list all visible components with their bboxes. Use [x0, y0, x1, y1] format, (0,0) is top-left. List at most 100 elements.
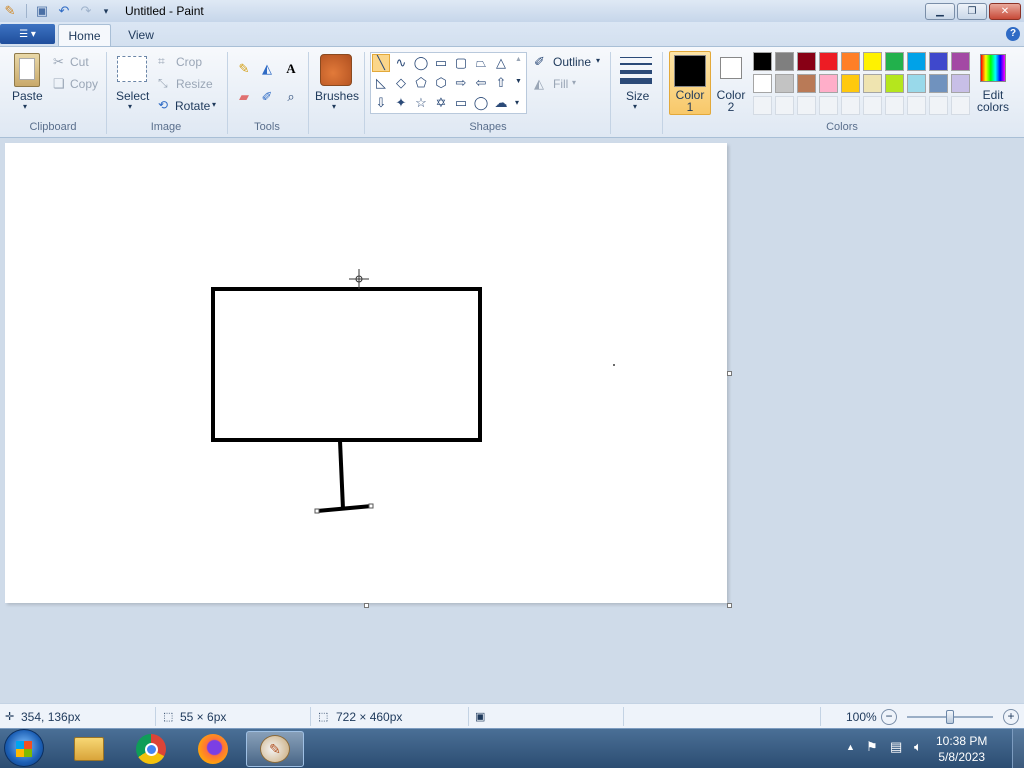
taskbar-chrome[interactable]: [124, 731, 178, 767]
tab-view[interactable]: View: [115, 24, 167, 46]
line-endpoint-handle[interactable]: [368, 503, 374, 509]
minimize-button[interactable]: ▁: [925, 3, 955, 20]
save-icon[interactable]: ▣: [34, 3, 50, 19]
edit-colors-icon[interactable]: [980, 54, 1006, 82]
polygon-shape-icon[interactable]: ⏢: [472, 54, 490, 72]
magnifier-icon[interactable]: ⌕: [281, 87, 301, 107]
show-hidden-icons-icon[interactable]: ▲: [846, 742, 855, 752]
palette-swatch-empty[interactable]: [753, 96, 772, 115]
paste-button[interactable]: Paste: [12, 89, 43, 103]
fill-dropdown-icon[interactable]: ▾: [572, 78, 576, 87]
close-button[interactable]: ✕: [989, 3, 1021, 20]
help-icon[interactable]: ?: [1006, 27, 1020, 41]
palette-swatch[interactable]: [951, 52, 970, 71]
tab-home[interactable]: Home: [58, 24, 111, 46]
zoom-slider-thumb[interactable]: [946, 710, 954, 724]
right-arrow-shape-icon[interactable]: ⇨: [452, 74, 470, 92]
fill-bucket-icon[interactable]: ◭: [257, 59, 277, 79]
size-button[interactable]: Size: [626, 89, 649, 103]
size-icon[interactable]: [620, 55, 652, 84]
left-arrow-shape-icon[interactable]: ⇦: [472, 74, 490, 92]
gallery-scroll-down-icon[interactable]: ▼: [515, 78, 522, 85]
select-dropdown-icon[interactable]: ▾: [128, 102, 132, 111]
palette-swatch[interactable]: [819, 52, 838, 71]
rotate-dropdown-icon[interactable]: ▾: [212, 100, 216, 109]
triangle-shape-icon[interactable]: △: [492, 54, 510, 72]
palette-swatch-empty[interactable]: [907, 96, 926, 115]
crop-button[interactable]: Crop: [176, 55, 202, 69]
paint-app-icon[interactable]: ✎: [2, 3, 18, 19]
gallery-more-icon[interactable]: ▾: [515, 98, 519, 107]
paint-menu-button[interactable]: ☰ ▾: [0, 24, 55, 44]
palette-swatch[interactable]: [841, 52, 860, 71]
palette-swatch[interactable]: [797, 52, 816, 71]
taskbar-firefox[interactable]: [186, 731, 240, 767]
palette-swatch[interactable]: [951, 74, 970, 93]
palette-swatch[interactable]: [929, 52, 948, 71]
redo-icon[interactable]: ↷: [78, 3, 94, 19]
up-arrow-shape-icon[interactable]: ⇧: [492, 74, 510, 92]
paste-icon[interactable]: [14, 53, 40, 87]
color2-swatch[interactable]: [720, 57, 742, 79]
cut-button[interactable]: Cut: [70, 55, 89, 69]
drawing-canvas[interactable]: [5, 143, 727, 603]
palette-swatch[interactable]: [907, 52, 926, 71]
zoom-in-button[interactable]: +: [1003, 709, 1019, 725]
palette-swatch[interactable]: [863, 52, 882, 71]
eraser-icon[interactable]: ▰: [234, 87, 254, 107]
taskbar-paint-active[interactable]: ✎: [246, 731, 304, 767]
rectangle-shape-icon[interactable]: ▭: [432, 54, 450, 72]
palette-swatch[interactable]: [775, 52, 794, 71]
right-triangle-shape-icon[interactable]: ◺: [372, 74, 390, 92]
edit-colors-button[interactable]: Edit colors: [973, 89, 1013, 113]
outline-button[interactable]: Outline: [553, 55, 591, 69]
canvas-resize-handle-bottom[interactable]: [364, 603, 369, 608]
brushes-button[interactable]: Brushes: [315, 89, 359, 103]
palette-swatch-empty[interactable]: [885, 96, 904, 115]
down-arrow-shape-icon[interactable]: ⇩: [372, 94, 390, 112]
curve-shape-icon[interactable]: ∿: [392, 54, 410, 72]
palette-swatch[interactable]: [841, 74, 860, 93]
palette-swatch-empty[interactable]: [929, 96, 948, 115]
brushes-dropdown-icon[interactable]: ▾: [332, 102, 336, 111]
palette-swatch-empty[interactable]: [841, 96, 860, 115]
oval-shape-icon[interactable]: ◯: [412, 54, 430, 72]
palette-swatch[interactable]: [775, 74, 794, 93]
color2-label[interactable]: Color 2: [711, 89, 751, 113]
select-button[interactable]: Select: [116, 89, 149, 103]
zoom-out-button[interactable]: −: [881, 709, 897, 725]
paste-dropdown-icon[interactable]: ▾: [23, 102, 27, 111]
palette-swatch[interactable]: [863, 74, 882, 93]
brushes-icon[interactable]: [320, 54, 352, 86]
show-desktop-button[interactable]: [1012, 729, 1024, 768]
palette-swatch-empty[interactable]: [797, 96, 816, 115]
five-point-star-shape-icon[interactable]: ☆: [412, 94, 430, 112]
line-shape-icon[interactable]: ╲: [372, 54, 390, 72]
pentagon-shape-icon[interactable]: ⬠: [412, 74, 430, 92]
palette-swatch-empty[interactable]: [775, 96, 794, 115]
system-clock[interactable]: 10:38 PM 5/8/2023: [936, 733, 987, 765]
fill-button[interactable]: Fill: [553, 77, 568, 91]
gallery-scroll-up-icon[interactable]: ▲: [515, 56, 522, 63]
size-dropdown-icon[interactable]: ▾: [633, 102, 637, 111]
hexagon-shape-icon[interactable]: ⬡: [432, 74, 450, 92]
palette-swatch[interactable]: [907, 74, 926, 93]
canvas-resize-handle-corner[interactable]: [727, 603, 732, 608]
canvas-resize-handle-right[interactable]: [727, 371, 732, 376]
palette-swatch[interactable]: [753, 74, 772, 93]
rotate-button[interactable]: Rotate: [175, 99, 210, 113]
resize-button[interactable]: Resize: [176, 77, 213, 91]
palette-swatch[interactable]: [929, 74, 948, 93]
palette-swatch[interactable]: [819, 74, 838, 93]
rounded-callout-shape-icon[interactable]: ▭: [452, 94, 470, 112]
taskbar-explorer[interactable]: [62, 731, 116, 767]
palette-swatch-empty[interactable]: [951, 96, 970, 115]
rounded-rectangle-shape-icon[interactable]: ▢: [452, 54, 470, 72]
pencil-icon[interactable]: ✎: [234, 59, 254, 79]
network-icon[interactable]: ▤: [890, 739, 902, 755]
four-point-star-shape-icon[interactable]: ✦: [392, 94, 410, 112]
diamond-shape-icon[interactable]: ◇: [392, 74, 410, 92]
action-center-flag-icon[interactable]: ⚑: [866, 739, 878, 755]
palette-swatch[interactable]: [885, 52, 904, 71]
color-picker-icon[interactable]: ✐: [257, 87, 277, 107]
